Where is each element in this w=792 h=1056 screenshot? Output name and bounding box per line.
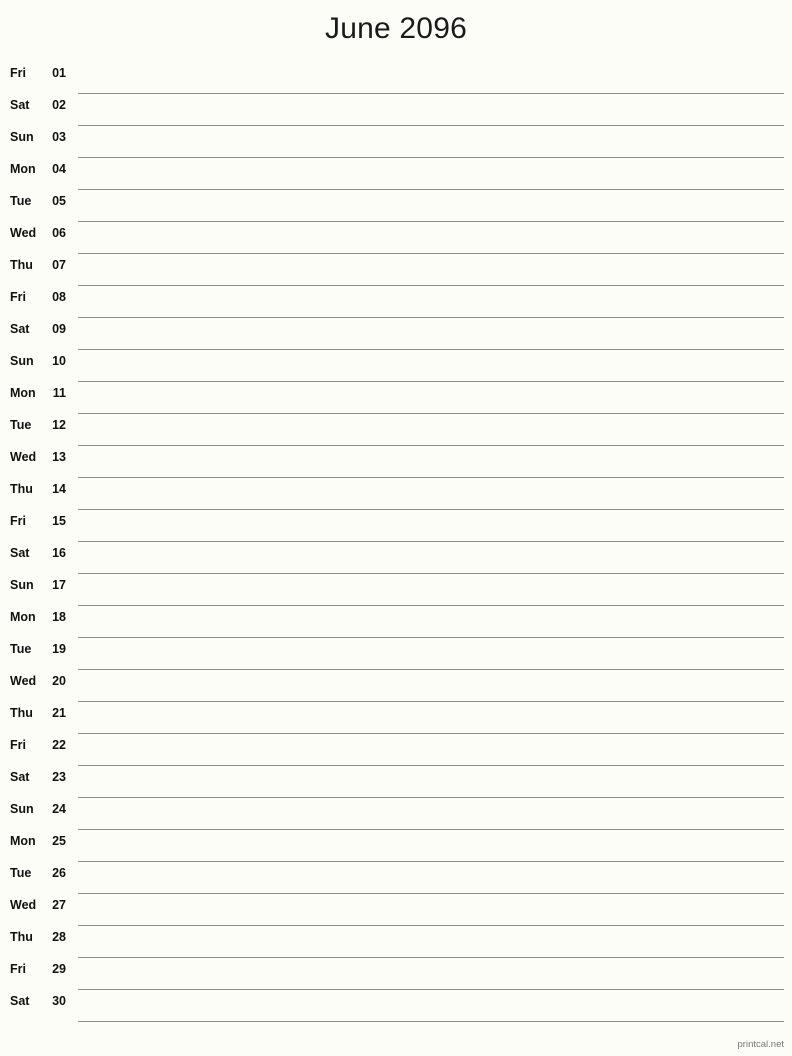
day-number-label: 01 xyxy=(52,66,66,80)
day-row[interactable]: Sat 23 xyxy=(0,766,792,798)
day-number-label: 26 xyxy=(52,866,66,880)
day-number-label: 27 xyxy=(52,898,66,912)
footer-attribution: printcal.net xyxy=(737,1039,784,1050)
day-row[interactable]: Wed 13 xyxy=(0,446,792,478)
day-row[interactable]: Thu 28 xyxy=(0,926,792,958)
day-row[interactable]: Tue 12 xyxy=(0,414,792,446)
day-number-label: 22 xyxy=(52,738,66,752)
day-row[interactable]: Wed 20 xyxy=(0,670,792,702)
day-row[interactable]: Fri 29 xyxy=(0,958,792,990)
day-number-label: 28 xyxy=(52,930,66,944)
day-row[interactable]: Fri 08 xyxy=(0,286,792,318)
day-row[interactable]: Tue 05 xyxy=(0,190,792,222)
day-row[interactable]: Mon 25 xyxy=(0,830,792,862)
day-number-label: 16 xyxy=(52,546,66,560)
day-number-label: 11 xyxy=(52,386,66,400)
day-row[interactable]: Mon 04 xyxy=(0,158,792,190)
day-number-label: 18 xyxy=(52,610,66,624)
note-writing-line[interactable] xyxy=(78,1021,784,1022)
day-number-label: 24 xyxy=(52,802,66,816)
day-row-list: Fri 01 Sat 02 Sun 03 Mon 04 Tue 05 Wed 06 Thu 07 Fri 08… xyxy=(0,62,792,1022)
day-row[interactable]: Thu 07 xyxy=(0,254,792,286)
day-row[interactable]: Fri 15 xyxy=(0,510,792,542)
day-row[interactable]: Wed 06 xyxy=(0,222,792,254)
day-number-label: 13 xyxy=(52,450,66,464)
page-title: June 2096 xyxy=(325,12,467,45)
day-row[interactable]: Sun 17 xyxy=(0,574,792,606)
day-number-label: 05 xyxy=(52,194,66,208)
day-number-label: 23 xyxy=(52,770,66,784)
day-row[interactable]: Fri 22 xyxy=(0,734,792,766)
day-row[interactable]: Thu 14 xyxy=(0,478,792,510)
calendar-page: June 2096 Fri 01 Sat 02 Sun 03 Mon 04 Tue 05 Wed 06… xyxy=(0,0,792,1056)
day-number-label: 25 xyxy=(52,834,66,848)
day-number-label: 06 xyxy=(52,226,66,240)
day-row[interactable]: Sat 02 xyxy=(0,94,792,126)
day-row[interactable]: Mon 18 xyxy=(0,606,792,638)
day-row[interactable]: Sat 16 xyxy=(0,542,792,574)
day-number-label: 09 xyxy=(52,322,66,336)
day-number-label: 14 xyxy=(52,482,66,496)
day-number-label: 21 xyxy=(52,706,66,720)
day-number-label: 12 xyxy=(52,418,66,432)
day-row[interactable]: Sun 24 xyxy=(0,798,792,830)
day-number-label: 02 xyxy=(52,98,66,112)
day-row[interactable]: Sun 03 xyxy=(0,126,792,158)
day-row[interactable]: Fri 01 xyxy=(0,62,792,94)
day-number-label: 20 xyxy=(52,674,66,688)
day-row[interactable]: Sat 09 xyxy=(0,318,792,350)
day-number-label: 04 xyxy=(52,162,66,176)
day-number-label: 30 xyxy=(52,994,66,1008)
day-row[interactable]: Tue 19 xyxy=(0,638,792,670)
day-number-label: 15 xyxy=(52,514,66,528)
day-number-label: 07 xyxy=(52,258,66,272)
day-row[interactable]: Wed 27 xyxy=(0,894,792,926)
day-row[interactable]: Sat 30 xyxy=(0,990,792,1022)
day-number-label: 10 xyxy=(52,354,66,368)
day-row[interactable]: Thu 21 xyxy=(0,702,792,734)
day-number-label: 29 xyxy=(52,962,66,976)
day-number-label: 19 xyxy=(52,642,66,656)
day-row[interactable]: Mon 11 xyxy=(0,382,792,414)
day-row[interactable]: Sun 10 xyxy=(0,350,792,382)
day-number-label: 08 xyxy=(52,290,66,304)
day-row[interactable]: Tue 26 xyxy=(0,862,792,894)
day-number-label: 17 xyxy=(52,578,66,592)
day-number-label: 03 xyxy=(52,130,66,144)
